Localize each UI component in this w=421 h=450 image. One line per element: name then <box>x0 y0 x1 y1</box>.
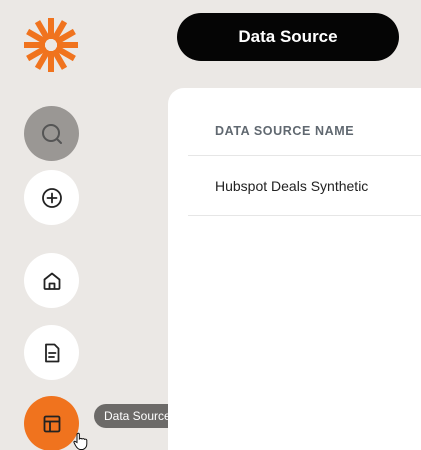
hand-cursor-icon <box>73 432 88 450</box>
table-row[interactable]: Hubspot Deals Synthetic <box>188 156 421 216</box>
home-icon <box>43 272 60 290</box>
sidebar-item-data-sources[interactable] <box>24 396 79 450</box>
search-icon <box>41 123 62 144</box>
sidebar: Data Sources <box>0 0 187 450</box>
column-header-data-source-name[interactable]: DATA SOURCE NAME <box>188 88 421 156</box>
plus-circle-icon <box>41 187 62 208</box>
sidebar-item-home[interactable] <box>24 253 79 308</box>
logo-icon[interactable] <box>22 16 80 74</box>
layout-icon <box>43 415 60 432</box>
sidebar-item-documents[interactable] <box>24 325 79 380</box>
data-source-table: DATA SOURCE NAME Hubspot Deals Synthetic <box>188 88 421 216</box>
app-root: Data Sources Data Source DATA SOURCE NAM… <box>0 0 421 450</box>
sidebar-item-search[interactable] <box>24 106 79 161</box>
document-icon <box>44 343 59 362</box>
main-panel: DATA SOURCE NAME Hubspot Deals Synthetic <box>168 88 421 450</box>
page-title: Data Source <box>177 13 399 61</box>
sidebar-item-add[interactable] <box>24 170 79 225</box>
